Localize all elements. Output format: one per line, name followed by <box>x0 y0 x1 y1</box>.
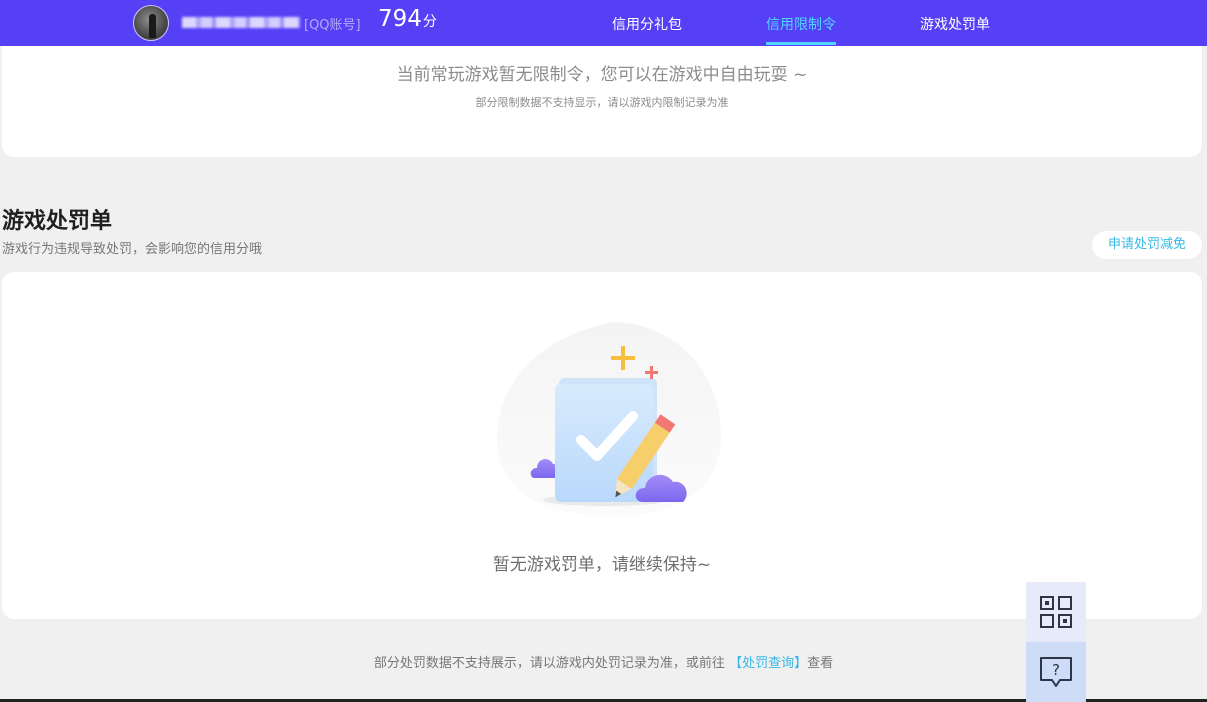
restriction-message: 当前常玩游戏暂无限制令，您可以在游戏中自由玩耍 ~ <box>396 65 808 85</box>
section-description: 游戏行为违规导致处罚，会影响您的信用分哦 <box>2 242 263 257</box>
nav-game-penalty[interactable]: 游戏处罚单 <box>920 14 990 34</box>
credit-score-unit: 分 <box>422 14 437 30</box>
help-chat-icon: ? <box>1040 657 1072 687</box>
qr-code-icon <box>1040 596 1072 628</box>
svg-text:?: ? <box>1052 661 1060 679</box>
top-header: [QQ账号] 794分 信用分礼包 信用限制令 游戏处罚单 <box>0 0 1207 46</box>
username-blurred <box>182 17 300 28</box>
penalty-card: 暂无游戏罚单，请继续保持~ <box>2 272 1202 619</box>
footer-note-prefix: 部分处罚数据不支持展示，请以游戏内处罚记录为准，或前往 <box>373 656 725 671</box>
apply-penalty-reduction-button[interactable]: 申请处罚减免 <box>1092 231 1202 259</box>
help-button[interactable]: ? <box>1026 642 1086 702</box>
nav-credit-gift[interactable]: 信用分礼包 <box>612 14 682 34</box>
penalty-query-link[interactable]: 【处罚查询】 <box>729 656 807 671</box>
restriction-card: 当前常玩游戏暂无限制令，您可以在游戏中自由玩耍 ~ 部分限制数据不支持显示，请以… <box>2 46 1202 157</box>
empty-state-illustration <box>497 322 721 516</box>
avatar-figure <box>149 14 156 38</box>
avatar[interactable] <box>133 5 169 41</box>
footer-note-suffix: 查看 <box>807 656 834 671</box>
empty-penalty-message: 暂无游戏罚单，请继续保持~ <box>492 555 712 575</box>
nav-credit-restriction[interactable]: 信用限制令 <box>766 14 836 34</box>
section-title: 游戏处罚单 <box>2 209 113 234</box>
qr-code-button[interactable] <box>1026 582 1086 642</box>
active-nav-underline <box>766 42 836 45</box>
restriction-note: 部分限制数据不支持显示，请以游戏内限制记录为准 <box>475 96 729 109</box>
account-type-label: [QQ账号] <box>304 18 361 33</box>
credit-score: 794分 <box>378 6 437 32</box>
credit-score-value: 794 <box>378 6 422 32</box>
